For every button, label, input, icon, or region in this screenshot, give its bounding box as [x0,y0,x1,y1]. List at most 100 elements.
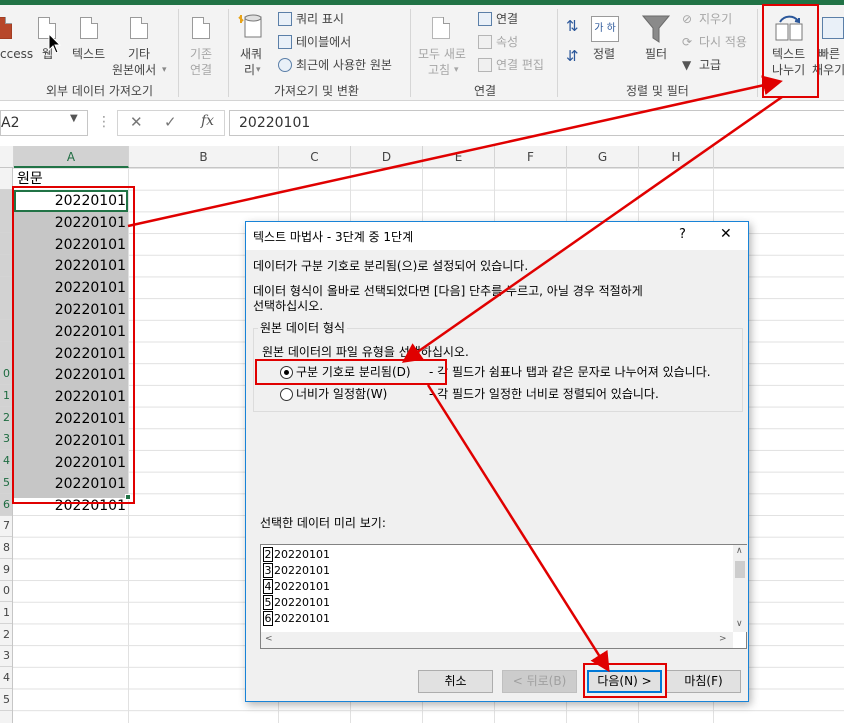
close-button[interactable]: ✕ [720,226,732,242]
flash-fill-label-1[interactable]: 빠른 [818,47,840,61]
row-header[interactable]: 1 [0,602,12,624]
scroll-down-icon[interactable]: ∨ [736,619,743,629]
from-text-button[interactable]: 텍스트 [72,47,105,61]
edit-links-button[interactable]: 연결 편집 [496,58,544,72]
enter-icon[interactable]: ✓ [164,113,177,131]
highlight-delimited-option [255,359,447,385]
row-header[interactable] [0,276,12,299]
row-header[interactable]: 4 [0,450,12,473]
from-access-button[interactable]: ccess [0,47,33,61]
column-header-d[interactable]: D [351,146,423,168]
finish-button[interactable]: 마침(F) [666,670,741,693]
refresh-all-label-1[interactable]: 모두 새로 [418,47,466,61]
row-header[interactable] [0,319,12,342]
column-header-e[interactable]: E [423,146,495,168]
row-header[interactable]: 3 [0,428,12,451]
row-header[interactable]: 1 [0,385,12,407]
connections-button[interactable]: 연결 [496,12,518,26]
from-table-button[interactable]: 테이블에서 [296,35,351,49]
column-header-g[interactable]: G [567,146,639,168]
flash-fill-icon [822,17,844,39]
scroll-left-icon[interactable]: < [265,634,273,644]
help-button[interactable]: ? [679,227,686,242]
column-header-h[interactable]: H [639,146,714,168]
cancel-button[interactable]: 취소 [418,670,493,693]
option-fixed-desc: - 각 필드가 일정한 너비로 정렬되어 있습니다. [429,387,659,401]
chevron-down-icon[interactable]: ▼ [70,113,78,124]
preview-vertical-scrollbar[interactable]: ∧ ∨ [733,545,747,632]
column-header-b[interactable]: B [129,146,279,168]
scroll-thumb[interactable] [735,561,745,578]
other-sources-label-1[interactable]: 기타 [128,47,150,61]
row-header[interactable] [0,168,12,190]
row-header[interactable]: 4 [0,667,12,690]
back-button[interactable]: < 뒤로(B) [502,670,577,693]
sort-descending-icon[interactable]: ⇵ [566,49,579,64]
column-header-f[interactable]: F [495,146,567,168]
new-query-label-1[interactable]: 새쿼 [240,47,262,61]
text-wizard-dialog: 텍스트 마법사 - 3단계 중 1단계 ? ✕ 데이터가 구분 기호로 분리됨(… [245,221,749,702]
show-queries-icon [278,12,292,26]
preview-row: 3 20220101 [263,563,330,578]
existing-connections-label-2[interactable]: 연결 [190,63,212,77]
existing-connections-icon [192,17,210,39]
group-label-sort-filter: 정렬 및 필터 [626,84,689,98]
column-header-c[interactable]: C [279,146,351,168]
row-header[interactable] [0,254,12,277]
other-sources-icon [130,17,148,39]
filter-icon [642,15,670,43]
row-header[interactable]: 6 [0,493,12,516]
data-preview: 2 20220101 3 20220101 4 20220101 5 20220101 6 202… [260,544,747,649]
row-header[interactable] [0,233,12,256]
refresh-all-label-2[interactable]: 고침 [428,63,450,77]
show-queries-button[interactable]: 쿼리 표시 [296,12,344,26]
row-header[interactable] [0,211,12,234]
row-header[interactable]: 3 [0,645,12,668]
mouse-cursor-icon [48,33,62,54]
row-header[interactable]: 2 [0,624,12,646]
refresh-all-icon [432,17,450,39]
row-header[interactable]: 5 [0,689,12,711]
other-sources-label-2[interactable]: 원본에서 [112,63,156,77]
text-file-icon [80,17,98,39]
existing-connections-label-1[interactable]: 기존 [190,47,212,61]
cancel-icon[interactable]: ✕ [130,113,143,131]
clear-filter-button[interactable]: 지우기 [699,12,732,26]
recent-sources-button[interactable]: 최근에 사용한 원본 [296,58,392,72]
advanced-filter-button[interactable]: 고급 [699,58,721,72]
row-header[interactable] [0,189,12,212]
row-header[interactable]: 0 [0,580,12,603]
dialog-title-bar[interactable]: 텍스트 마법사 - 3단계 중 1단계 ? ✕ [246,222,748,250]
formula-bar-grip[interactable]: ⋮ [97,114,111,130]
new-query-label-2[interactable]: 리 [244,63,255,77]
properties-button[interactable]: 속성 [496,35,518,49]
row-header[interactable] [0,298,12,321]
insert-function-icon[interactable]: fx [201,113,214,129]
group-separator [228,9,229,97]
row-header[interactable]: 9 [0,559,12,581]
preview-row-text: 20220101 [274,580,330,593]
filter-button[interactable]: 필터 [645,47,667,61]
scroll-right-icon[interactable]: > [719,634,727,644]
formula-input[interactable]: 20220101 [229,110,844,136]
sort-button[interactable]: 정렬 [593,47,615,61]
group-separator [757,9,758,97]
preview-row-text: 20220101 [274,612,330,625]
highlight-next-button [583,663,667,698]
reapply-button[interactable]: 다시 적용 [699,35,747,49]
scroll-up-icon[interactable]: ∧ [736,546,743,556]
select-all-corner[interactable] [0,146,14,168]
row-header[interactable] [0,341,12,364]
group-prompt: 원본 데이터의 파일 유형을 선택하십시오. [262,345,469,359]
row-header[interactable]: 5 [0,471,12,494]
option-fixed-label[interactable]: 너비가 일정함(W) [296,387,387,402]
row-header[interactable]: 8 [0,537,12,559]
row-header[interactable]: 2 [0,406,12,429]
radio-fixed-width[interactable] [280,388,293,401]
preview-row-number: 6 [263,611,273,626]
row-header[interactable]: 0 [0,363,12,386]
column-header-a[interactable]: A [14,146,129,168]
row-header[interactable]: 7 [0,515,12,538]
preview-horizontal-scrollbar[interactable]: < > [261,632,733,648]
sort-ascending-icon[interactable]: ⇅ [566,19,579,34]
